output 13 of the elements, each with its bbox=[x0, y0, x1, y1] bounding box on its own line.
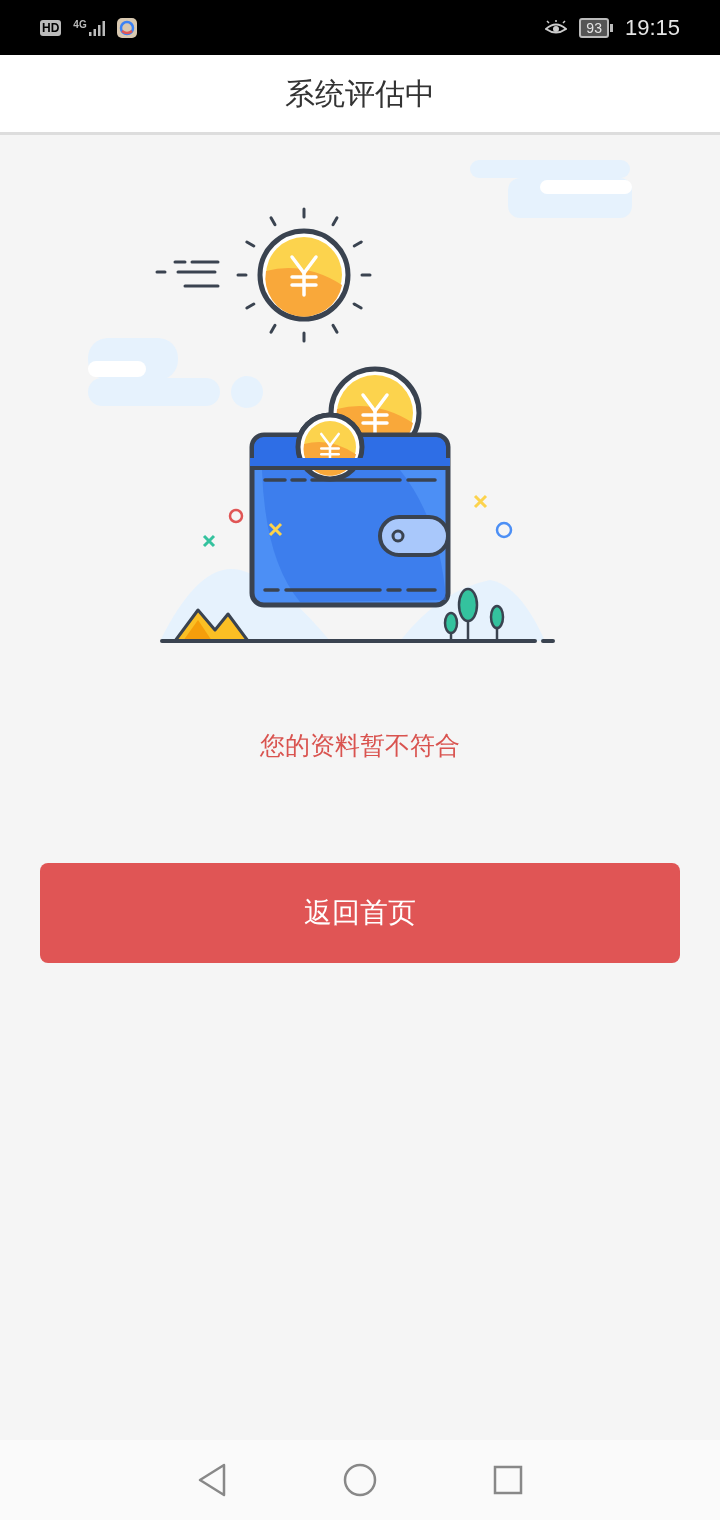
clock: 19:15 bbox=[624, 14, 680, 42]
page-title: 系统评估中 bbox=[285, 76, 435, 112]
status-message: 您的资料暂不符合 bbox=[260, 730, 460, 761]
battery-level: 93 bbox=[579, 17, 609, 38]
recents-icon[interactable] bbox=[493, 1465, 523, 1495]
back-icon[interactable] bbox=[197, 1463, 227, 1497]
network-badge: HD bbox=[40, 19, 62, 36]
app-icon bbox=[116, 17, 137, 38]
eye-icon bbox=[545, 19, 568, 36]
home-button[interactable]: 返回首页 bbox=[40, 863, 680, 963]
signal-icon bbox=[88, 19, 105, 36]
home-icon[interactable] bbox=[343, 1463, 377, 1497]
network-type: 4G bbox=[73, 19, 87, 30]
